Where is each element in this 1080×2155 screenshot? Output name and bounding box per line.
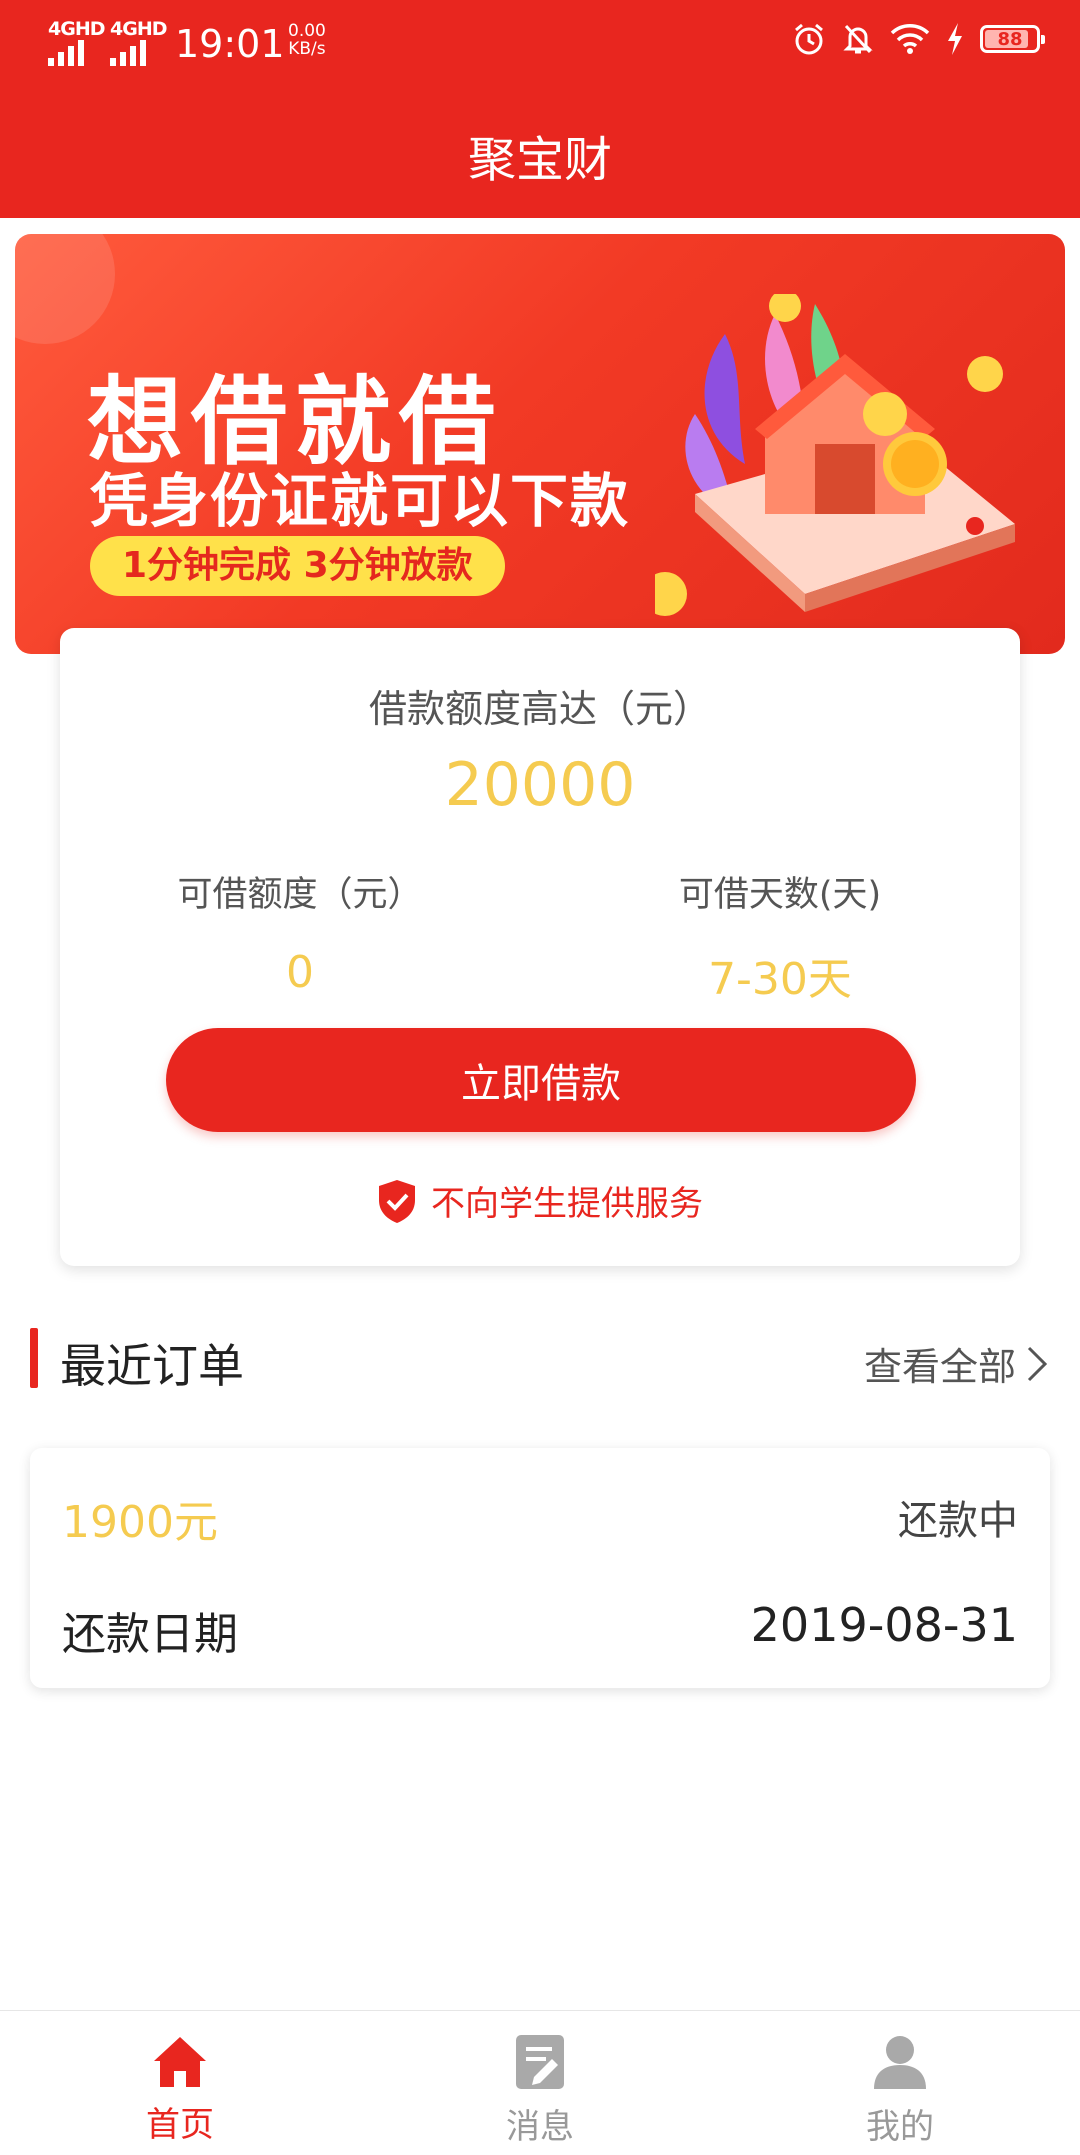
shield-check-icon (379, 1179, 415, 1223)
max-amount-value: 20000 (444, 750, 636, 820)
app-header: 4GHD 4GHD 19:01 0.00 KB/s 88 聚宝财 (0, 0, 1080, 218)
days-value: 7-30天 (708, 954, 852, 1005)
available-label: 可借额度（元） (177, 875, 423, 915)
alarm-icon (795, 23, 823, 55)
mute-bell-icon (843, 24, 873, 54)
signal-1-label: 4GHD (48, 18, 105, 40)
repayment-date-label: 还款日期 (62, 1609, 238, 1660)
nav-label-home: 首页 (146, 2105, 214, 2145)
student-notice: 不向学生提供服务 (60, 1176, 1020, 1225)
banner-pill: 1分钟完成 3分钟放款 (90, 536, 505, 596)
days-label: 可借天数(天) (678, 875, 882, 915)
bottom-nav: 首页 消息 我的 (0, 2010, 1080, 2155)
message-icon (516, 2035, 564, 2089)
net-speed-value: 0.00 (288, 21, 326, 41)
chevron-right-icon (1027, 1346, 1048, 1381)
nav-item-messages[interactable]: 消息 (360, 2011, 720, 2155)
loan-days: 可借天数(天) 7-30天 (540, 866, 1020, 1007)
net-speed: 0.00 KB/s (288, 22, 326, 58)
promo-banner[interactable]: 想借就借 凭身份证就可以下款 1分钟完成 3分钟放款 (15, 234, 1065, 654)
profile-icon (874, 2036, 926, 2089)
signal-bars-icon (48, 40, 84, 66)
page-title: 聚宝财 (467, 132, 612, 188)
charging-icon (948, 23, 962, 55)
battery-icon: 88 (980, 25, 1045, 53)
view-all-label: 查看全部 (863, 1345, 1016, 1389)
status-time: 19:01 (175, 22, 285, 66)
loan-card: 借款额度高达（元） 20000 可借额度（元） 0 可借天数(天) 7-30天 … (60, 628, 1020, 1266)
home-icon (154, 2037, 206, 2087)
signal-2-label: 4GHD (110, 18, 167, 40)
net-speed-unit: KB/s (288, 39, 326, 59)
status-icons: 88 (792, 22, 1045, 56)
battery-level: 88 (997, 28, 1023, 50)
signal-bars-icon (110, 40, 146, 66)
nav-item-home[interactable]: 首页 (0, 2011, 360, 2155)
banner-subline: 凭身份证就可以下款 (90, 467, 631, 535)
signal-1: 4GHD (48, 18, 105, 66)
view-all-link[interactable]: 查看全部 (864, 1336, 1048, 1391)
nav-label-messages: 消息 (506, 2107, 574, 2147)
wifi-icon (890, 24, 930, 54)
order-status: 还款中 (898, 1498, 1018, 1544)
available-amount: 可借额度（元） 0 (60, 866, 540, 998)
phone-coins-illustration (655, 294, 1015, 616)
available-value: 0 (286, 947, 314, 998)
nav-label-profile: 我的 (866, 2107, 934, 2147)
status-bar: 4GHD 4GHD 19:01 0.00 KB/s 88 (0, 0, 1080, 86)
nav-item-profile[interactable]: 我的 (720, 2011, 1080, 2155)
signal-2: 4GHD (110, 18, 167, 66)
repayment-date-value: 2019-08-31 (750, 1598, 1018, 1652)
order-amount: 1900元 (62, 1497, 218, 1548)
recent-orders-title: 最近订单 (60, 1339, 244, 1393)
borrow-now-button[interactable]: 立即借款 (166, 1028, 916, 1132)
max-amount-label: 借款额度高达（元） (368, 687, 711, 731)
recent-orders-header: 最近订单 查看全部 (0, 1322, 1080, 1393)
order-card[interactable]: 1900元 还款中 还款日期 2019-08-31 (30, 1448, 1050, 1688)
section-accent-bar (30, 1328, 38, 1388)
notice-text: 不向学生提供服务 (431, 1184, 703, 1224)
